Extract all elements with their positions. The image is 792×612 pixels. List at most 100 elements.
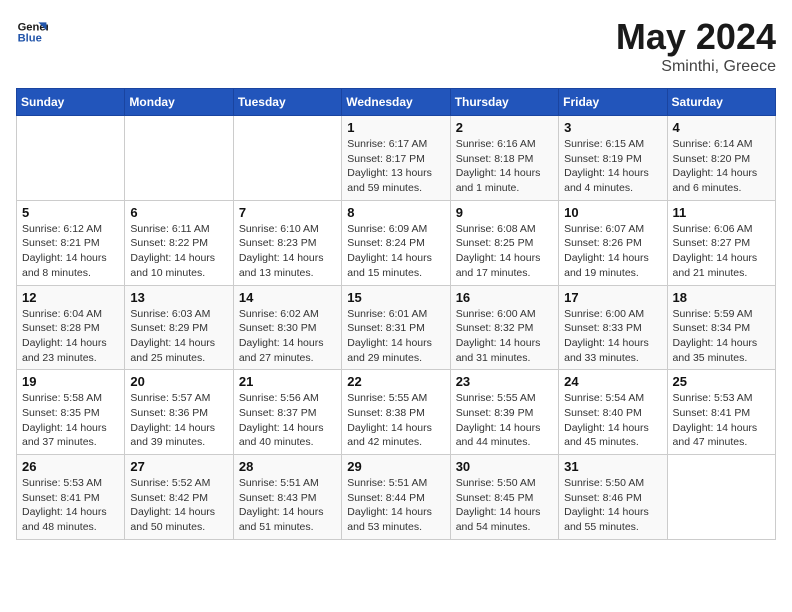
day-info: Sunrise: 5:51 AMSunset: 8:43 PMDaylight:… bbox=[239, 476, 336, 535]
calendar-cell: 7Sunrise: 6:10 AMSunset: 8:23 PMDaylight… bbox=[233, 200, 341, 285]
calendar-cell: 11 Sunrise: 6:06 AMSunset: 8:27 PMDayligh… bbox=[667, 200, 775, 285]
day-number: 2 bbox=[456, 120, 553, 135]
calendar-cell: 18 Sunrise: 5:59 AMSunset: 8:34 PMDayligh… bbox=[667, 285, 775, 370]
calendar-cell: 24Sunrise: 5:54 AMSunset: 8:40 PMDayligh… bbox=[559, 370, 667, 455]
day-info: Sunrise: 6:04 AMSunset: 8:28 PMDaylight:… bbox=[22, 307, 119, 366]
calendar-cell: 8 Sunrise: 6:09 AMSunset: 8:24 PMDaylight… bbox=[342, 200, 450, 285]
day-info: Sunrise: 5:57 AMSunset: 8:36 PMDaylight:… bbox=[130, 391, 227, 450]
day-number: 25 bbox=[673, 374, 770, 389]
calendar-cell: 1 Sunrise: 6:17 AMSunset: 8:17 PMDaylight… bbox=[342, 116, 450, 201]
day-info: Sunrise: 5:53 AMSunset: 8:41 PMDaylight:… bbox=[673, 391, 770, 450]
calendar-cell bbox=[17, 116, 125, 201]
day-info: Sunrise: 6:14 AMSunset: 8:20 PMDaylight:… bbox=[673, 137, 770, 196]
day-number: 4 bbox=[673, 120, 770, 135]
calendar-table: SundayMondayTuesdayWednesdayThursdayFrid… bbox=[16, 88, 776, 540]
location-title: Sminthi, Greece bbox=[616, 58, 776, 76]
day-number: 20 bbox=[130, 374, 227, 389]
calendar-cell: 16Sunrise: 6:00 AMSunset: 8:32 PMDayligh… bbox=[450, 285, 558, 370]
day-info: Sunrise: 6:00 AMSunset: 8:33 PMDaylight:… bbox=[564, 307, 661, 366]
day-info: Sunrise: 6:01 AMSunset: 8:31 PMDaylight:… bbox=[347, 307, 444, 366]
day-info: Sunrise: 5:52 AMSunset: 8:42 PMDaylight:… bbox=[130, 476, 227, 535]
calendar-cell: 23 Sunrise: 5:55 AMSunset: 8:39 PMDayligh… bbox=[450, 370, 558, 455]
day-info: Sunrise: 6:06 AMSunset: 8:27 PMDaylight:… bbox=[673, 222, 770, 281]
calendar-week-row: 12 Sunrise: 6:04 AMSunset: 8:28 PMDayligh… bbox=[17, 285, 776, 370]
day-info: Sunrise: 5:50 AMSunset: 8:46 PMDaylight:… bbox=[564, 476, 661, 535]
day-number: 17 bbox=[564, 290, 661, 305]
day-info: Sunrise: 5:55 AMSunset: 8:39 PMDaylight:… bbox=[456, 391, 553, 450]
calendar-cell: 30 Sunrise: 5:50 AMSunset: 8:45 PMDayligh… bbox=[450, 455, 558, 540]
weekday-header: Wednesday bbox=[342, 89, 450, 116]
day-number: 19 bbox=[22, 374, 119, 389]
day-info: Sunrise: 5:55 AMSunset: 8:38 PMDaylight:… bbox=[347, 391, 444, 450]
calendar-cell: 31 Sunrise: 5:50 AMSunset: 8:46 PMDayligh… bbox=[559, 455, 667, 540]
month-title: May 2024 bbox=[616, 16, 776, 58]
calendar-cell: 5Sunrise: 6:12 AMSunset: 8:21 PMDaylight… bbox=[17, 200, 125, 285]
day-number: 22 bbox=[347, 374, 444, 389]
weekday-header: Thursday bbox=[450, 89, 558, 116]
day-info: Sunrise: 6:09 AMSunset: 8:24 PMDaylight:… bbox=[347, 222, 444, 281]
day-number: 27 bbox=[130, 459, 227, 474]
day-info: Sunrise: 6:15 AMSunset: 8:19 PMDaylight:… bbox=[564, 137, 661, 196]
day-number: 5 bbox=[22, 205, 119, 220]
day-info: Sunrise: 6:17 AMSunset: 8:17 PMDaylight:… bbox=[347, 137, 444, 196]
calendar-cell: 26 Sunrise: 5:53 AMSunset: 8:41 PMDayligh… bbox=[17, 455, 125, 540]
day-info: Sunrise: 6:07 AMSunset: 8:26 PMDaylight:… bbox=[564, 222, 661, 281]
calendar-cell: 29Sunrise: 5:51 AMSunset: 8:44 PMDayligh… bbox=[342, 455, 450, 540]
page-header: General Blue May 2024 Sminthi, Greece bbox=[16, 16, 776, 76]
weekday-header: Monday bbox=[125, 89, 233, 116]
calendar-cell: 15 Sunrise: 6:01 AMSunset: 8:31 PMDayligh… bbox=[342, 285, 450, 370]
calendar-cell: 19Sunrise: 5:58 AMSunset: 8:35 PMDayligh… bbox=[17, 370, 125, 455]
calendar-week-row: 5Sunrise: 6:12 AMSunset: 8:21 PMDaylight… bbox=[17, 200, 776, 285]
calendar-cell: 6 Sunrise: 6:11 AMSunset: 8:22 PMDaylight… bbox=[125, 200, 233, 285]
calendar-cell bbox=[233, 116, 341, 201]
calendar-week-row: 1 Sunrise: 6:17 AMSunset: 8:17 PMDaylight… bbox=[17, 116, 776, 201]
day-info: Sunrise: 5:53 AMSunset: 8:41 PMDaylight:… bbox=[22, 476, 119, 535]
weekday-header: Friday bbox=[559, 89, 667, 116]
day-number: 21 bbox=[239, 374, 336, 389]
calendar-week-row: 19Sunrise: 5:58 AMSunset: 8:35 PMDayligh… bbox=[17, 370, 776, 455]
day-info: Sunrise: 5:50 AMSunset: 8:45 PMDaylight:… bbox=[456, 476, 553, 535]
day-info: Sunrise: 6:00 AMSunset: 8:32 PMDaylight:… bbox=[456, 307, 553, 366]
day-number: 29 bbox=[347, 459, 444, 474]
calendar-cell: 2 Sunrise: 6:16 AMSunset: 8:18 PMDaylight… bbox=[450, 116, 558, 201]
title-block: May 2024 Sminthi, Greece bbox=[616, 16, 776, 76]
day-number: 15 bbox=[347, 290, 444, 305]
day-number: 26 bbox=[22, 459, 119, 474]
day-info: Sunrise: 5:56 AMSunset: 8:37 PMDaylight:… bbox=[239, 391, 336, 450]
day-info: Sunrise: 6:11 AMSunset: 8:22 PMDaylight:… bbox=[130, 222, 227, 281]
day-number: 9 bbox=[456, 205, 553, 220]
calendar-cell: 9 Sunrise: 6:08 AMSunset: 8:25 PMDaylight… bbox=[450, 200, 558, 285]
logo-icon: General Blue bbox=[16, 16, 48, 48]
calendar-cell: 4 Sunrise: 6:14 AMSunset: 8:20 PMDaylight… bbox=[667, 116, 775, 201]
day-number: 13 bbox=[130, 290, 227, 305]
calendar-cell: 14Sunrise: 6:02 AMSunset: 8:30 PMDayligh… bbox=[233, 285, 341, 370]
calendar-cell: 27 Sunrise: 5:52 AMSunset: 8:42 PMDayligh… bbox=[125, 455, 233, 540]
calendar-cell bbox=[125, 116, 233, 201]
day-info: Sunrise: 5:59 AMSunset: 8:34 PMDaylight:… bbox=[673, 307, 770, 366]
weekday-header-row: SundayMondayTuesdayWednesdayThursdayFrid… bbox=[17, 89, 776, 116]
day-number: 10 bbox=[564, 205, 661, 220]
day-number: 8 bbox=[347, 205, 444, 220]
day-info: Sunrise: 6:02 AMSunset: 8:30 PMDaylight:… bbox=[239, 307, 336, 366]
weekday-header: Sunday bbox=[17, 89, 125, 116]
day-number: 1 bbox=[347, 120, 444, 135]
day-info: Sunrise: 5:54 AMSunset: 8:40 PMDaylight:… bbox=[564, 391, 661, 450]
calendar-cell: 10 Sunrise: 6:07 AMSunset: 8:26 PMDayligh… bbox=[559, 200, 667, 285]
day-number: 23 bbox=[456, 374, 553, 389]
calendar-cell bbox=[667, 455, 775, 540]
day-number: 3 bbox=[564, 120, 661, 135]
day-info: Sunrise: 6:03 AMSunset: 8:29 PMDaylight:… bbox=[130, 307, 227, 366]
day-number: 31 bbox=[564, 459, 661, 474]
day-info: Sunrise: 6:16 AMSunset: 8:18 PMDaylight:… bbox=[456, 137, 553, 196]
day-number: 6 bbox=[130, 205, 227, 220]
day-number: 18 bbox=[673, 290, 770, 305]
day-number: 12 bbox=[22, 290, 119, 305]
day-info: Sunrise: 6:08 AMSunset: 8:25 PMDaylight:… bbox=[456, 222, 553, 281]
calendar-cell: 12 Sunrise: 6:04 AMSunset: 8:28 PMDayligh… bbox=[17, 285, 125, 370]
day-number: 11 bbox=[673, 205, 770, 220]
day-number: 7 bbox=[239, 205, 336, 220]
day-number: 28 bbox=[239, 459, 336, 474]
calendar-cell: 20 Sunrise: 5:57 AMSunset: 8:36 PMDayligh… bbox=[125, 370, 233, 455]
calendar-cell: 28 Sunrise: 5:51 AMSunset: 8:43 PMDayligh… bbox=[233, 455, 341, 540]
day-number: 30 bbox=[456, 459, 553, 474]
